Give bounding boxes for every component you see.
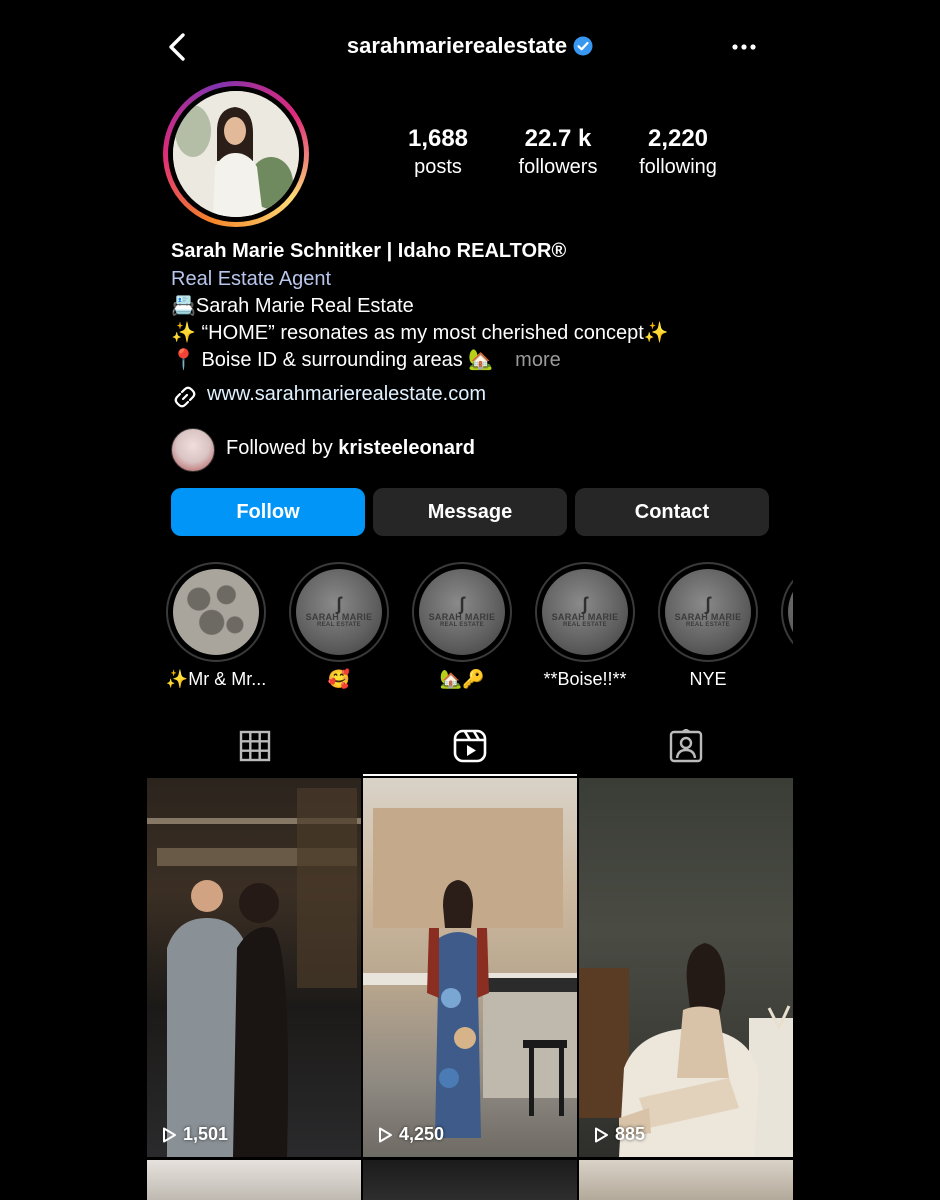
profile-avatar[interactable] [163,81,309,227]
followed-by-prefix: Followed by [226,437,339,459]
brand-logo-icon: ʃ SARAH MARIE REAL ESTATE [419,569,505,655]
active-tab-indicator [363,774,577,776]
category-label: Real Estate Agent [171,268,332,290]
avatar-photo [173,91,299,217]
brand-logo-icon: ʃ SARAH MARIE REAL ESTATE [542,569,628,655]
follow-button[interactable]: Follow [171,488,365,536]
reel-thumbnail[interactable]: 4,250 [363,778,577,1157]
link-icon [174,386,196,408]
tagged-person-icon [669,729,702,763]
bio-line-2: ✨ “HOME” resonates as my most cherished … [171,322,669,344]
reel-views: 885 [593,1124,645,1145]
reel-views: 1,501 [161,1124,228,1145]
play-icon [163,1127,176,1142]
reels-grid: 1,501 4,250 885 [147,778,793,1200]
highlight-cover [781,562,793,662]
brand-logo-icon: ʃ SARAH MARIE REAL ESTATE [665,569,751,655]
highlight-cover: ʃ SARAH MARIE REAL ESTATE [289,562,389,662]
mutual-follower-avatar [171,428,215,472]
reel-thumbnail[interactable] [363,1160,577,1200]
followed-by-user: kristeeleonard [338,437,476,459]
tab-reels[interactable] [362,716,577,776]
followers-count: 22.7 k [524,125,592,152]
profile-bio: Sarah Marie Schnitker | Idaho REALTOR® R… [171,236,771,374]
profile-header: sarahmarierealestate [147,22,793,74]
posts-stat[interactable]: 1,688 posts [373,124,503,180]
seated-portrait-photo [579,943,793,1157]
highlight-item-partial[interactable] [776,562,793,662]
tab-tagged[interactable] [578,716,793,776]
play-icon [379,1127,392,1142]
following-stat[interactable]: 2,220 following [613,124,743,180]
play-icon [595,1127,608,1142]
following-count: 2,220 [647,125,709,152]
username-title: sarahmarierealestate [147,33,793,62]
kitchen-photo [363,808,577,1138]
couple-photo [147,788,361,1157]
bio-line-1: 📇Sarah Marie Real Estate [171,295,414,317]
highlight-label: NYE [689,669,727,689]
highlight-item[interactable]: ✨Mr & Mr... [161,562,271,690]
reels-icon [453,729,486,763]
more-options-button[interactable] [729,32,759,62]
username-text: sarahmarierealestate [346,33,568,58]
highlight-label: **Boise!!** [543,669,627,689]
highlight-label: 🏡🔑 [439,669,485,689]
website-url: www.sarahmarierealestate.com [207,383,486,405]
followers-label: followers [518,156,598,178]
highlight-label: 🥰 [327,669,351,689]
app-screen: sarahmarierealestate 1,688 posts 22.7 k … [0,0,940,1200]
highlight-item[interactable]: ʃ SARAH MARIE REAL ESTATE 🏡🔑 [407,562,517,690]
reel-thumbnail[interactable]: 885 [579,778,793,1157]
following-label: following [639,156,717,178]
bio-line-3: 📍 Boise ID & surrounding areas 🏡 [171,349,494,371]
bio-line-3-row: 📍 Boise ID & surrounding areas 🏡 more [171,347,771,374]
display-name: Sarah Marie Schnitker | Idaho REALTOR® [171,240,567,262]
profile-tabs [147,716,793,778]
person-portrait-icon [173,91,299,217]
ellipsis-icon [732,44,756,50]
reel-thumbnail[interactable] [147,1160,361,1200]
highlight-item[interactable]: ʃ SARAH MARIE REAL ESTATE NYE [653,562,763,690]
followed-by-text: Followed by kristeeleonard [226,437,475,460]
posts-label: posts [414,156,462,178]
highlight-cover [166,562,266,662]
grid-icon [239,730,270,762]
story-highlights: ✨Mr & Mr... ʃ SARAH MARIE REAL ESTATE 🥰 ʃS… [147,562,793,692]
bio-more-link[interactable]: more [515,349,561,371]
followers-stat[interactable]: 22.7 k followers [493,124,623,180]
highlight-label: ✨Mr & Mr... [165,669,267,689]
highlight-item[interactable]: ʃ SARAH MARIE REAL ESTATE 🥰 [284,562,394,690]
reel-thumbnail[interactable]: 1,501 [147,778,361,1157]
brand-logo-icon: ʃ SARAH MARIE REAL ESTATE [296,569,382,655]
reel-thumbnail[interactable] [579,1160,793,1200]
highlight-item[interactable]: ʃ SARAH MARIE REAL ESTATE **Boise!!** [530,562,640,690]
verified-badge-icon [573,36,593,62]
reel-views: 4,250 [377,1124,444,1145]
highlight-cover: ʃ SARAH MARIE REAL ESTATE [658,562,758,662]
highlight-cover: ʃ SARAH MARIE REAL ESTATE [412,562,512,662]
contact-button[interactable]: Contact [575,488,769,536]
highlight-cover: ʃ SARAH MARIE REAL ESTATE [535,562,635,662]
tab-posts-grid[interactable] [147,716,362,776]
message-button[interactable]: Message [373,488,567,536]
posts-count: 1,688 [407,125,469,152]
profile-page: sarahmarierealestate 1,688 posts 22.7 k … [147,0,793,1200]
